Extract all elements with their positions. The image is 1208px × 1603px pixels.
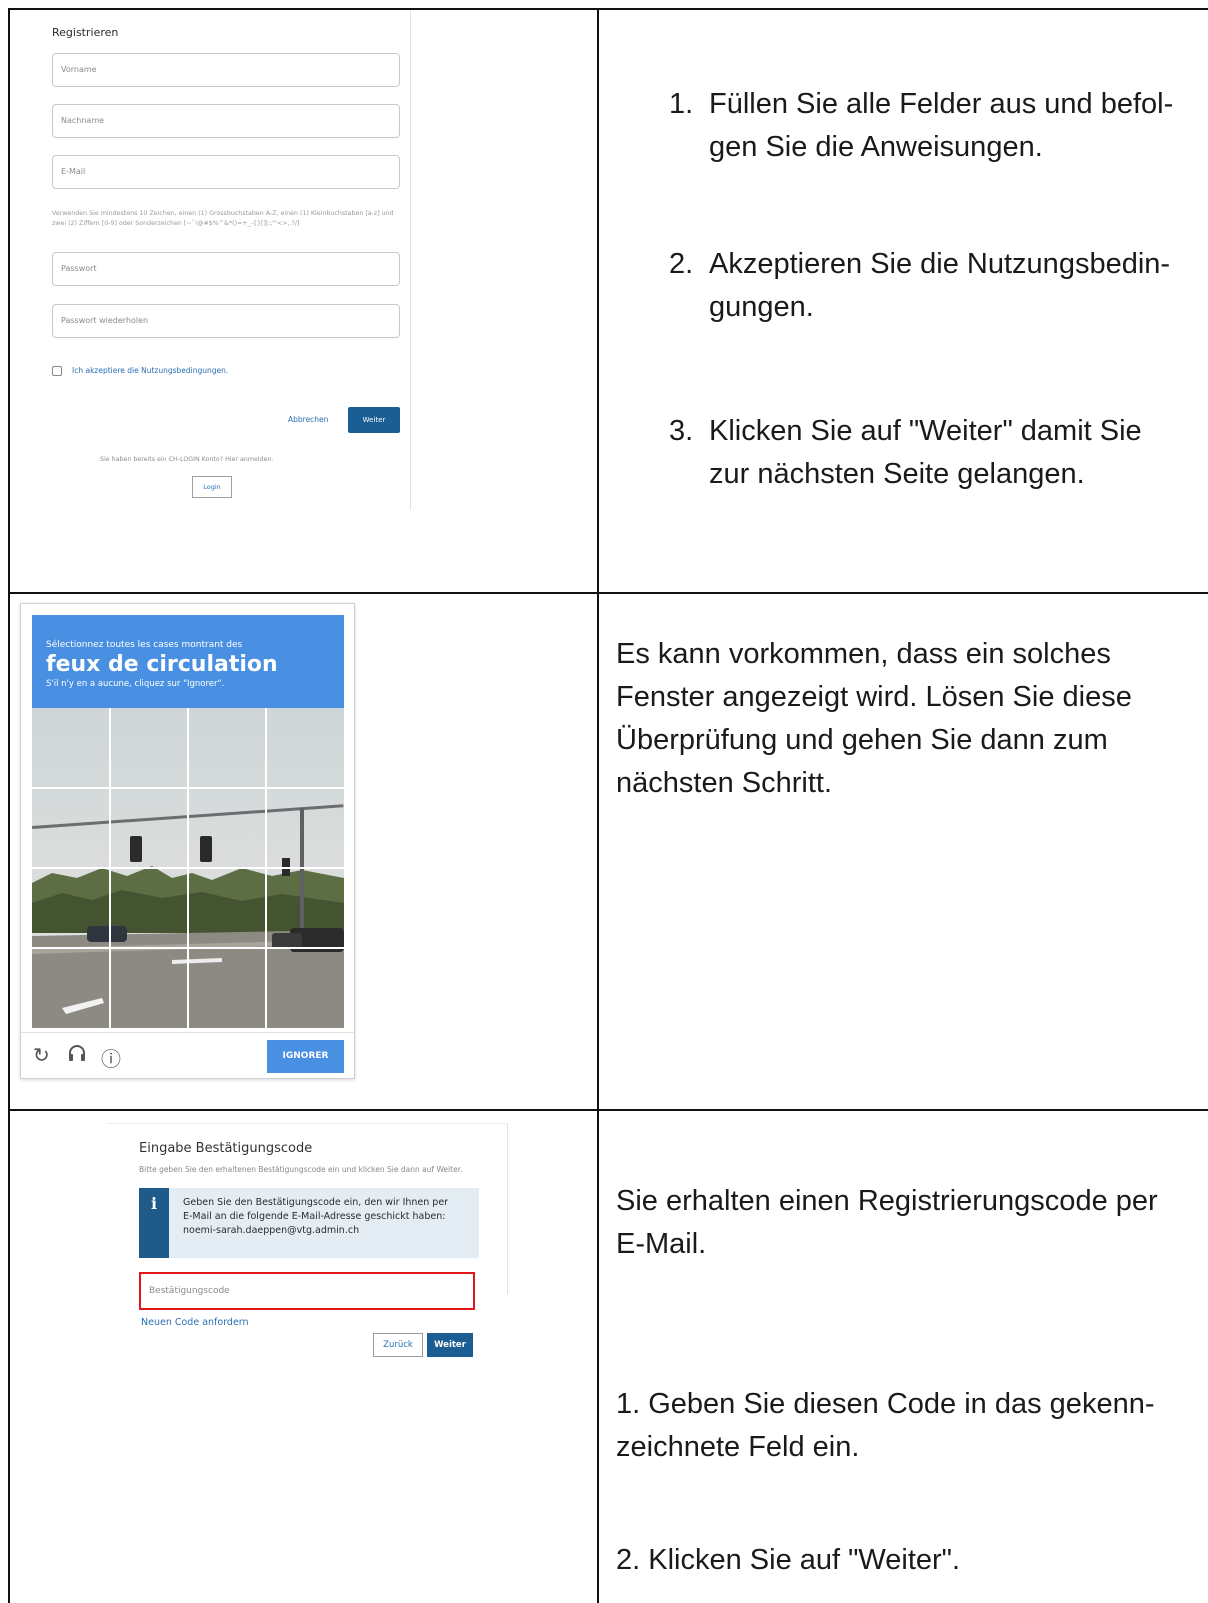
code-intro-text: Sie erhalten einen Registrierungscode pe… <box>616 1185 1158 1260</box>
terms-checkbox[interactable] <box>52 366 62 376</box>
next-button[interactable]: Weiter <box>348 407 400 433</box>
password-field[interactable]: Passwort <box>52 252 400 286</box>
confirm-next-button[interactable]: Weiter <box>427 1333 473 1357</box>
captcha-intro: Sélectionnez toutes les cases montrant d… <box>46 640 243 650</box>
login-hint-text: Sie haben bereits ein CH-LOGIN Konto? Hi… <box>100 456 274 463</box>
confirmation-title: Eingabe Bestätigungscode <box>139 1141 313 1156</box>
registration-title: Registrieren <box>52 26 119 39</box>
terms-checkbox-label[interactable]: Ich akzeptiere die Nutzungsbedingungen. <box>72 366 228 375</box>
confirmation-info-box: i Geben Sie den Bestätigungscode ein, de… <box>139 1188 479 1258</box>
info-line-1: Geben Sie den Bestätigungscode ein, den … <box>183 1197 449 1208</box>
reload-icon[interactable]: ↻ <box>33 1043 50 1067</box>
back-button[interactable]: Zurück <box>373 1333 423 1357</box>
info-icon[interactable]: ⓘ <box>101 1043 121 1072</box>
table-border-left <box>8 8 10 1603</box>
captcha-explanation-text: Es kann vorkommen, dass ein solches Fens… <box>616 638 1132 799</box>
captcha-image-grid[interactable] <box>32 708 344 1028</box>
password-repeat-placeholder: Passwort wiederholen <box>61 316 149 325</box>
last-name-field[interactable]: Nachname <box>52 104 400 138</box>
table-row-divider-2 <box>8 1109 1208 1111</box>
email-placeholder: E-Mail <box>61 167 86 176</box>
table-column-divider <box>597 8 599 1603</box>
password-hint: Verwenden Sie mindestens 10 Zeichen, ein… <box>52 210 394 227</box>
confirmation-code-screenshot: Eingabe Bestätigungscode Bitte geben Sie… <box>107 1123 508 1357</box>
headphones-icon[interactable] <box>67 1043 87 1068</box>
confirmation-code-placeholder: Bestätigungscode <box>149 1286 230 1296</box>
last-name-placeholder: Nachname <box>61 116 105 125</box>
password-placeholder: Passwort <box>61 264 97 273</box>
ignore-button[interactable]: IGNORER <box>267 1040 344 1073</box>
captcha-target: feux de circulation <box>46 652 278 677</box>
info-email: noemi-sarah.daeppen@vtg.admin.ch <box>183 1225 360 1236</box>
code-step-2-text: 2. Klicken Sie auf "Weiter". <box>616 1544 961 1576</box>
headphones-glyph <box>69 1045 85 1061</box>
captcha-instruction: S'il n'y en a aucune, cliquez sur "Ignor… <box>46 679 225 689</box>
info-line-2: E-Mail an die folgende E-Mail-Adresse ge… <box>183 1211 446 1222</box>
captcha-header: Sélectionnez toutes les cases montrant d… <box>32 615 344 708</box>
confirmation-code-input[interactable]: Bestätigungscode <box>139 1272 475 1310</box>
login-button[interactable]: Login <box>192 476 232 498</box>
step-3-number: 3. <box>669 415 694 447</box>
request-new-code-link[interactable]: Neuen Code anfordern <box>141 1317 249 1328</box>
confirmation-info-text: Geben Sie den Bestätigungscode ein, den … <box>183 1196 473 1238</box>
cancel-link[interactable]: Abbrechen <box>288 415 328 424</box>
info-i-icon: i <box>139 1188 169 1258</box>
code-step-1-text: 1. Geben Sie diesen Code in das gekenn-z… <box>616 1388 1155 1463</box>
step-3-text: Klicken Sie auf "Weiter" damit Sie zur n… <box>709 415 1142 490</box>
step-2-number: 2. <box>669 248 694 280</box>
step-1-text: Füllen Sie alle Felder aus und befol-gen… <box>709 88 1174 163</box>
email-field[interactable]: E-Mail <box>52 155 400 189</box>
street-scene-image <box>32 708 344 1028</box>
first-name-placeholder: Vorname <box>61 65 97 74</box>
captcha-footer: ↻ ⓘ IGNORER <box>21 1032 354 1079</box>
captcha-dialog-screenshot: Sélectionnez toutes les cases montrant d… <box>20 603 355 1079</box>
registration-form-screenshot: Registrieren Vorname Nachname E-Mail Ver… <box>20 10 411 510</box>
table-row-divider-1 <box>8 592 1208 594</box>
step-1-number: 1. <box>669 88 694 120</box>
confirmation-description: Bitte geben Sie den erhaltenen Bestätigu… <box>139 1165 463 1174</box>
password-repeat-field[interactable]: Passwort wiederholen <box>52 304 400 338</box>
step-2-text: Akzeptieren Sie die Nutzungsbedin-gungen… <box>709 248 1171 323</box>
first-name-field[interactable]: Vorname <box>52 53 400 87</box>
